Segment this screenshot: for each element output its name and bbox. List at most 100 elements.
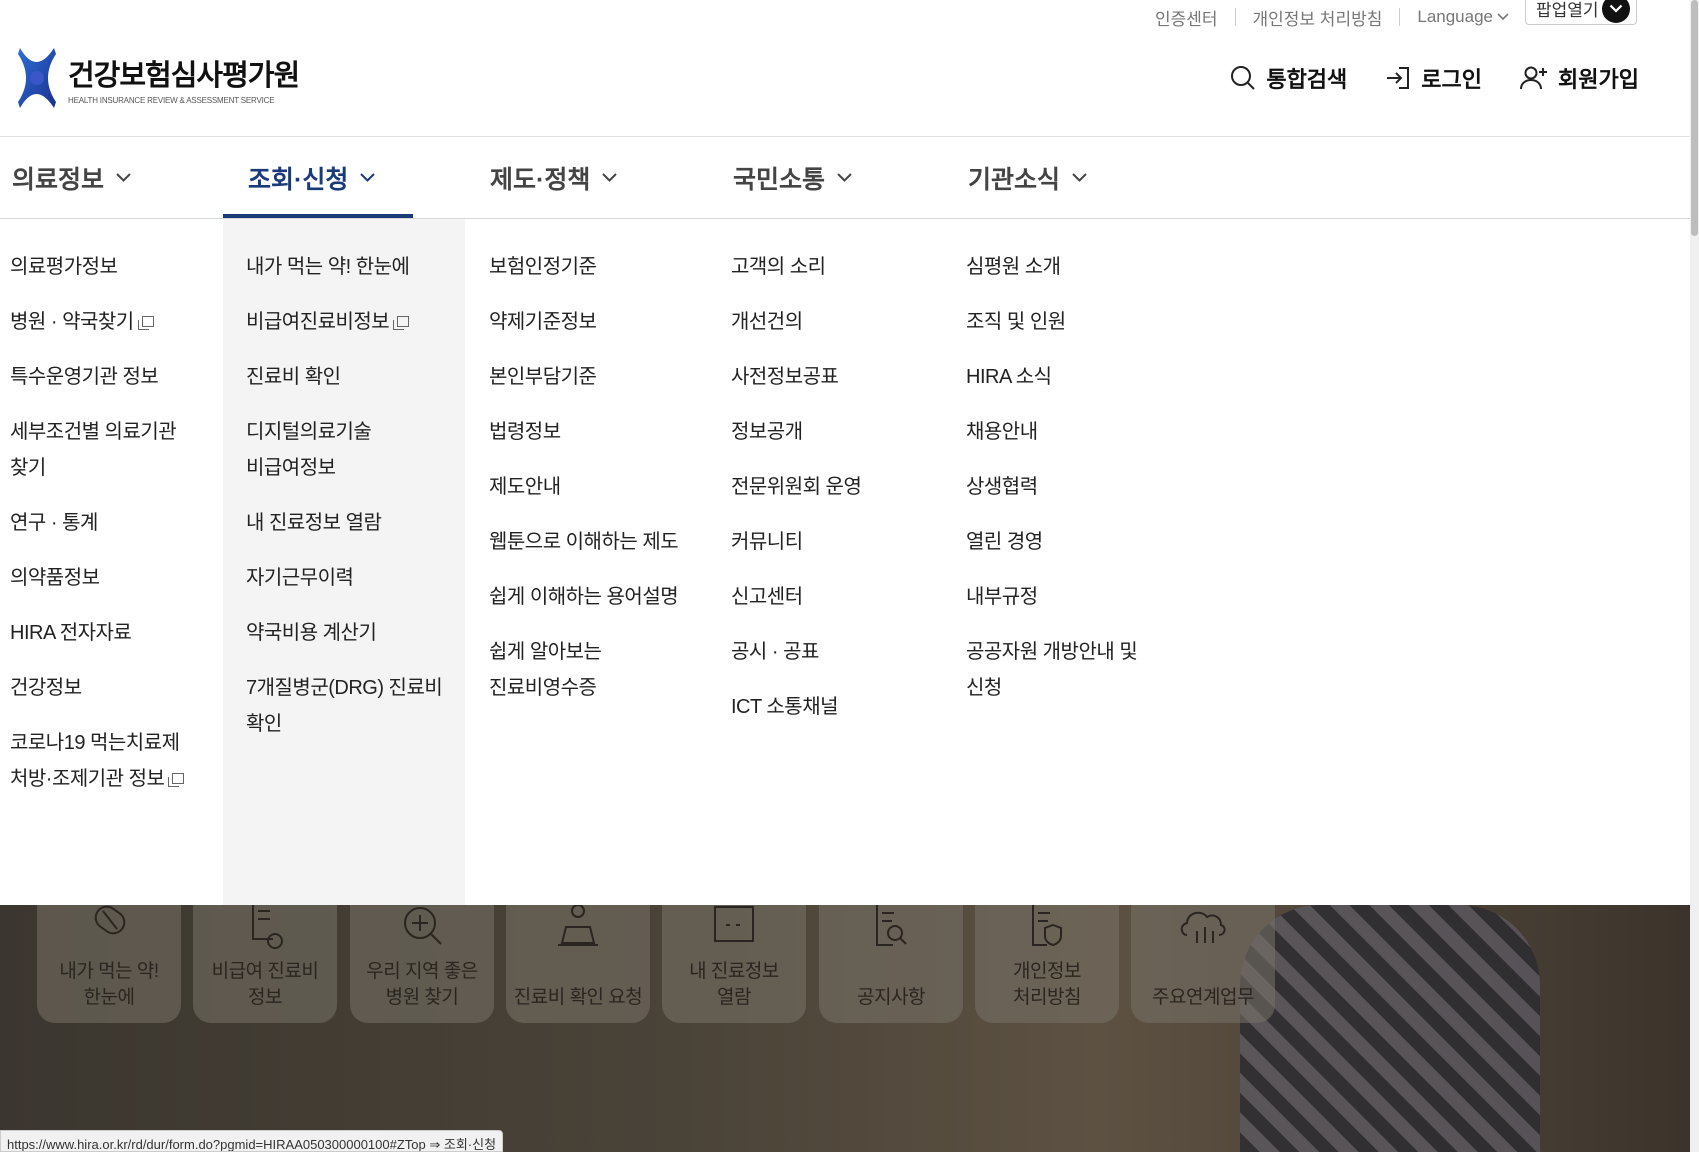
cert-center-link[interactable]: 인증센터 (1155, 5, 1218, 30)
menu-item[interactable]: 병원 · 약국찾기 (10, 304, 184, 340)
menu-item[interactable]: 내부규정 (966, 579, 1137, 615)
page-scrollbar[interactable] (1690, 0, 1699, 1152)
menu-item-label: 채용안내 (966, 421, 1038, 443)
pill-icon (94, 905, 126, 935)
login-button[interactable]: 로그인 (1385, 62, 1482, 94)
calendar-icon (714, 906, 754, 942)
menu-item-label: 커뮤니티 (731, 531, 803, 553)
menu-item[interactable]: 신고센터 (731, 579, 861, 615)
menu-item[interactable]: 내 진료정보 열람 (246, 505, 442, 541)
quick-menu-my-records[interactable]: 내 진료정보 열람 (662, 905, 806, 1023)
gnb-item-inquiry[interactable]: 조회·신청 (222, 137, 414, 218)
menu-item[interactable]: 고객의 소리 (731, 249, 861, 285)
menu-item[interactable]: 개선건의 (731, 304, 861, 340)
menu-item[interactable]: 특수운영기관 정보 (10, 359, 184, 395)
gnb-label: 조회·신청 (248, 165, 349, 194)
menu-item[interactable]: 진료비 확인 (246, 359, 442, 395)
menu-item[interactable]: 비급여진료비정보 (246, 304, 442, 340)
menu-item[interactable]: 사전정보공표 (731, 359, 861, 395)
chevron-down-icon (837, 173, 852, 182)
menu-item[interactable]: ICT 소통채널 (731, 689, 861, 725)
gnb-item-policy[interactable]: 제도·정책 (490, 137, 618, 218)
search-button[interactable]: 통합검색 (1230, 62, 1347, 94)
quick-menu-label: 우리 지역 좋은 병원 찾기 (366, 961, 478, 1008)
menu-item[interactable]: 상생협력 (966, 469, 1137, 505)
menu-item[interactable]: 의약품정보 (10, 560, 184, 596)
menu-item-label: 공시 · 공표 (731, 641, 819, 663)
quick-menu-my-medicine[interactable]: 내가 먹는 약! 한눈에 (37, 905, 181, 1023)
menu-item[interactable]: 쉽게 알아보는 진료비영수증 (489, 634, 678, 706)
menu-item[interactable]: 정보공개 (731, 414, 861, 450)
quick-menu-label: 주요연계업무 (1152, 987, 1254, 1008)
divider (1234, 8, 1236, 26)
menu-item[interactable]: 전문위원회 운영 (731, 469, 862, 505)
privacy-policy-link[interactable]: 개인정보 처리방침 (1253, 5, 1383, 30)
menu-column-policy: 보험인정기준 약제기준정보 본인부담기준 법령정보 제도안내 웹툰으로 이해하는… (489, 249, 679, 725)
menu-item-label: 고객의 소리 (731, 256, 826, 278)
menu-item[interactable]: 법령정보 (489, 414, 678, 450)
menu-item[interactable]: 본인부담기준 (489, 359, 678, 395)
menu-item[interactable]: 제도안내 (489, 469, 678, 505)
menu-item-label: 비급여진료비정보 (246, 311, 390, 333)
logo-english-name: HEALTH INSURANCE REVIEW & ASSESSMENT SER… (68, 95, 275, 105)
menu-item[interactable]: 연구 · 통계 (10, 505, 184, 541)
join-button[interactable]: 회원가입 (1520, 62, 1639, 94)
menu-item[interactable]: 웹툰으로 이해하는 제도 (489, 524, 679, 560)
language-selector[interactable]: Language (1417, 7, 1509, 27)
site-logo[interactable]: 건강보험심사평가원 HEALTH INSURANCE REVIEW & ASSE… (16, 46, 300, 110)
menu-item[interactable]: 건강정보 (10, 670, 184, 706)
quick-menu-non-covered-fees[interactable]: 비급여 진료비 정보 (193, 905, 337, 1023)
quick-menu-find-hospital[interactable]: 우리 지역 좋은 병원 찾기 (350, 905, 494, 1023)
login-label: 로그인 (1421, 67, 1483, 92)
quick-menu-label: 내가 먹는 약! 한눈에 (59, 961, 159, 1008)
menu-item[interactable]: 7개질병군(DRG) 진료비 확인 (246, 670, 443, 742)
menu-item-label: 연구 · 통계 (10, 512, 98, 534)
menu-item[interactable]: 공공자원 개방안내 및 신청 (966, 634, 1138, 706)
menu-item[interactable]: 내가 먹는 약! 한눈에 (246, 249, 442, 285)
add-user-icon (1520, 66, 1548, 90)
chevron-down-icon (360, 173, 376, 182)
scrollbar-thumb[interactable] (1691, 0, 1698, 236)
menu-item[interactable]: 약제기준정보 (489, 304, 678, 340)
menu-item[interactable]: 채용안내 (966, 414, 1137, 450)
menu-item-label: 약국비용 계산기 (246, 622, 377, 644)
menu-item[interactable]: 커뮤니티 (731, 524, 861, 560)
gnb-item-news[interactable]: 기관소식 (968, 137, 1087, 218)
menu-item[interactable]: 의료평가정보 (10, 249, 184, 285)
external-link-icon (137, 315, 154, 330)
main-navigation: 의료정보 조회·신청 제도·정책 국민소통 기관소식 (0, 137, 1690, 218)
menu-item[interactable]: HIRA 소식 (966, 359, 1137, 395)
quick-menu-label: 비급여 진료비 정보 (211, 961, 319, 1008)
menu-item[interactable]: 심평원 소개 (966, 249, 1137, 285)
quick-menu-privacy[interactable]: 개인정보 처리방침 (975, 905, 1119, 1023)
menu-item-label: 쉽게 알아보는 (489, 641, 602, 663)
document-shield-icon (1032, 905, 1062, 947)
menu-column-communication: 고객의 소리 개선건의 사전정보공표 정보공개 전문위원회 운영 커뮤니티 신고… (731, 249, 862, 744)
menu-item[interactable]: HIRA 전자자료 (10, 615, 184, 651)
menu-column-medical-info: 의료평가정보 병원 · 약국찾기 특수운영기관 정보 세부조건별 의료기관 찾기 … (10, 249, 185, 816)
menu-item-label: 열린 경영 (966, 531, 1043, 553)
quick-menu-notice[interactable]: 공지사항 (819, 905, 963, 1023)
menu-item-label: 비급여정보 (246, 457, 336, 479)
menu-item[interactable]: 자기근무이력 (246, 560, 442, 596)
menu-item[interactable]: 디지털의료기술 비급여정보 (246, 414, 442, 486)
menu-item[interactable]: 보험인정기준 (489, 249, 678, 285)
chevron-down-icon (602, 173, 618, 182)
menu-column-news: 심평원 소개 조직 및 인원 HIRA 소식 채용안내 상생협력 열린 경영 내… (966, 249, 1138, 725)
hero-background: 내가 먹는 약! 한눈에 비급여 진료비 정보 우리 지역 좋은 병원 찾기 진료비 … (0, 905, 1690, 1152)
menu-item[interactable]: 코로나19 먹는치료제 처방·조제기관 정보 (10, 725, 185, 797)
menu-item-label: 조직 및 인원 (966, 311, 1066, 333)
popup-open-button[interactable]: 팝업열기 (1525, 0, 1637, 25)
cloud-network-icon (1180, 911, 1226, 943)
gnb-item-medical-info[interactable]: 의료정보 (12, 137, 131, 218)
gnb-item-communication[interactable]: 국민소통 (733, 137, 852, 218)
menu-item[interactable]: 공시 · 공표 (731, 634, 861, 670)
menu-item[interactable]: 쉽게 이해하는 용어설명 (489, 579, 679, 615)
menu-item[interactable]: 약국비용 계산기 (246, 615, 442, 651)
menu-item[interactable]: 열린 경영 (966, 524, 1137, 560)
menu-item[interactable]: 조직 및 인원 (966, 304, 1137, 340)
quick-menu-fee-check[interactable]: 진료비 확인 요청 (506, 905, 650, 1023)
menu-item[interactable]: 세부조건별 의료기관 찾기 (10, 414, 184, 486)
quick-menu-linked-services[interactable]: 주요연계업무 (1131, 905, 1275, 1023)
menu-item-label: 심평원 소개 (966, 256, 1061, 278)
